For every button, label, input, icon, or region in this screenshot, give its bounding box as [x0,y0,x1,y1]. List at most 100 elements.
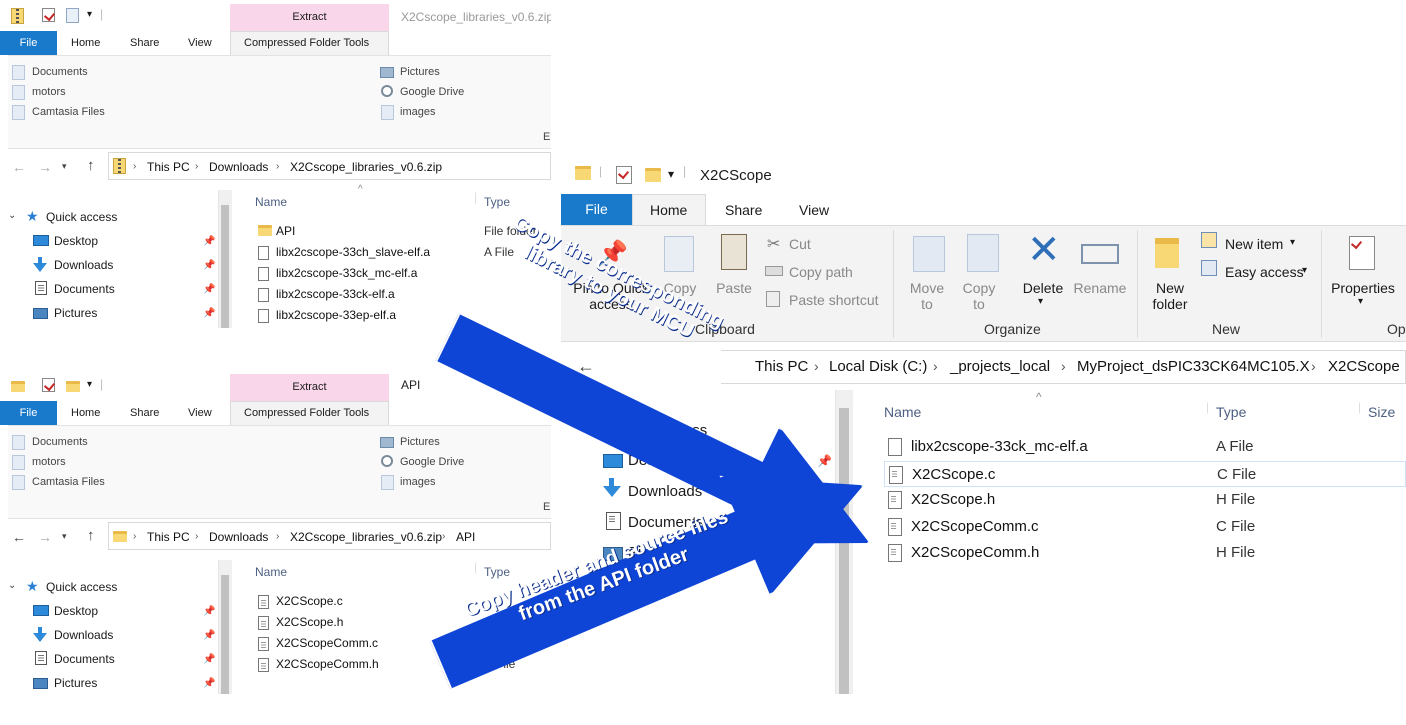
rename-button[interactable]: Rename [1071,280,1129,296]
nav-downloads[interactable]: Downloads [54,628,113,642]
new-folder-icon[interactable] [66,8,79,23]
customize-toolbar-dropdown-icon[interactable]: ▾ [87,379,92,390]
quick-documents[interactable]: Documents [32,66,88,78]
pin-icon: 📌 [203,284,216,295]
tab-home[interactable]: Home [71,37,100,49]
copy-path-button[interactable]: Copy path [789,264,853,280]
customize-toolbar-dropdown-icon[interactable]: ▾ [87,9,92,20]
quick-motors[interactable]: motors [32,456,66,468]
quick-pictures[interactable]: Pictures [400,436,440,448]
column-header-name[interactable]: Name [884,404,921,420]
nav-scrollbar-thumb[interactable] [221,575,229,694]
tab-home[interactable]: Home [71,407,100,419]
paste-button[interactable]: Paste [711,280,757,296]
column-header-type[interactable]: Type [484,565,510,579]
nav-pictures[interactable]: Pictures [54,676,97,690]
nav-scrollbar-thumb[interactable] [839,408,849,694]
back-arrow-icon[interactable]: ← [12,529,26,545]
breadcrumb-this-pc[interactable]: This PC [147,160,190,174]
nav-downloads[interactable]: Downloads [628,483,702,500]
breadcrumb-x2cscope[interactable]: X2CScope [1328,358,1400,375]
breadcrumb-local-disk[interactable]: Local Disk (C:) [829,358,927,375]
nav-desktop[interactable]: Desktop [54,234,98,248]
breadcrumb-zip[interactable]: X2Cscope_libraries_v0.6.zip [290,530,442,544]
nav-documents[interactable]: Documents [54,652,115,666]
properties-icon[interactable] [42,378,55,392]
breadcrumb-downloads[interactable]: Downloads [209,160,268,174]
delete-button[interactable]: Delete [1017,280,1069,296]
extract-context-tab[interactable]: Extract [230,374,389,401]
file-row[interactable]: libx2cscope-33ck-elf.a [254,284,551,305]
move-to-button[interactable]: Move to [905,280,949,312]
cut-button[interactable]: Cut [789,236,811,252]
tab-view[interactable]: View [188,407,212,419]
nav-pictures[interactable]: Pictures [54,306,97,320]
breadcrumb-this-pc[interactable]: This PC [147,530,190,544]
properties-icon[interactable] [42,8,55,22]
column-header-name[interactable]: Name [255,565,287,579]
quick-images[interactable]: images [400,106,435,118]
quick-camtasia[interactable]: Camtasia Files [32,476,105,488]
new-item-button[interactable]: New item [1225,236,1283,252]
tab-file[interactable]: File [561,194,632,225]
expand-chevron-icon[interactable]: ⌄ [8,210,16,221]
file-name: X2CScope.h [911,491,996,508]
properties-icon[interactable] [616,166,632,184]
nav-quick-access[interactable]: Quick access [46,580,117,594]
extract-context-tab[interactable]: Extract [230,4,389,31]
nav-desktop[interactable]: Desktop [54,604,98,618]
file-row[interactable]: libx2cscope-33ep-elf.a [254,305,551,326]
tab-view[interactable]: View [799,202,829,218]
quick-motors[interactable]: motors [32,86,66,98]
forward-arrow-icon[interactable]: → [38,159,52,175]
up-arrow-icon[interactable]: ↑ [87,157,95,174]
file-row[interactable]: X2CScopeComm.c C File [884,514,1406,541]
nav-downloads[interactable]: Downloads [54,258,113,272]
file-row[interactable]: libx2cscope-33ck_mc-elf.a A File [884,434,1406,461]
tab-share[interactable]: Share [130,37,159,49]
forward-arrow-icon[interactable]: → [38,529,52,545]
nav-quick-access[interactable]: Quick access [46,210,117,224]
breadcrumb-zip[interactable]: X2Cscope_libraries_v0.6.zip [290,160,442,174]
column-header-size[interactable]: Size [1368,404,1395,420]
nav-scrollbar-thumb[interactable] [221,205,229,328]
tab-view[interactable]: View [188,37,212,49]
tab-file[interactable]: File [0,401,57,425]
back-arrow-icon[interactable]: ← [12,159,26,175]
quick-camtasia[interactable]: Camtasia Files [32,106,105,118]
file-row[interactable]: X2CScope.c C File [884,460,1406,487]
breadcrumb-projects-local[interactable]: _projects_local [950,358,1050,375]
pin-icon: 📌 [203,260,216,271]
copy-to-button[interactable]: Copy to [959,280,999,312]
easy-access-button[interactable]: Easy access [1225,264,1304,280]
properties-button[interactable]: Properties [1327,280,1399,296]
chevron-right-icon: › [276,161,280,172]
customize-toolbar-dropdown-icon[interactable]: ▾ [668,167,674,181]
quick-images[interactable]: images [400,476,435,488]
column-header-type[interactable]: Type [1216,404,1246,420]
new-folder-button[interactable]: New folder [1145,280,1195,312]
quick-google-drive[interactable]: Google Drive [400,86,464,98]
tab-file[interactable]: File [0,31,57,55]
breadcrumb-downloads[interactable]: Downloads [209,530,268,544]
recent-locations-icon[interactable]: ▾ [62,531,67,542]
quick-google-drive[interactable]: Google Drive [400,456,464,468]
quick-pictures[interactable]: Pictures [400,66,440,78]
new-folder-icon[interactable] [645,168,661,182]
breadcrumb-api[interactable]: API [456,530,475,544]
file-row[interactable]: X2CScope.h H File [884,487,1406,514]
column-header-name[interactable]: Name [255,195,287,209]
file-row[interactable]: libx2cscope-33ck_mc-elf.a [254,263,551,284]
tab-share[interactable]: Share [725,202,762,218]
paste-shortcut-button[interactable]: Paste shortcut [789,292,879,308]
up-arrow-icon[interactable]: ↑ [87,527,95,544]
breadcrumb-this-pc[interactable]: This PC [755,358,808,375]
breadcrumb-myproject[interactable]: MyProject_dsPIC33CK64MC105.X [1077,358,1310,375]
nav-documents[interactable]: Documents [54,282,115,296]
new-folder-icon[interactable] [66,381,80,392]
quick-documents[interactable]: Documents [32,436,88,448]
tab-share[interactable]: Share [130,407,159,419]
expand-chevron-icon[interactable]: ⌄ [8,580,16,591]
file-row[interactable]: X2CScopeComm.h H File [884,540,1406,567]
recent-locations-icon[interactable]: ▾ [62,161,67,172]
